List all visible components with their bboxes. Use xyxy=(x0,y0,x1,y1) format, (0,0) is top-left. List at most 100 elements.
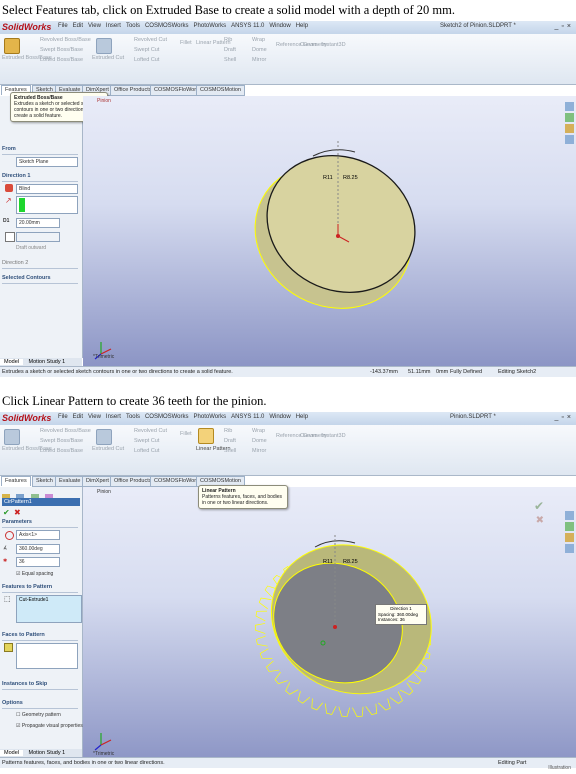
resources-icon[interactable] xyxy=(565,511,574,520)
equal-spacing-checkbox[interactable]: ☑ Equal spacing xyxy=(16,571,53,577)
draft-button[interactable]: Draft xyxy=(224,438,236,444)
swept-cut-button[interactable]: Swept Cut xyxy=(134,438,159,444)
end-condition-select[interactable]: Blind xyxy=(16,184,78,194)
instances-input[interactable]: 36 xyxy=(16,557,60,567)
parameters-header[interactable]: Parameters xyxy=(2,518,78,528)
menu-view[interactable]: View xyxy=(88,414,101,420)
view-palette-icon[interactable] xyxy=(565,135,574,144)
graphics-area[interactable]: Pinion Linear Pattern Patterns features,… xyxy=(83,485,576,762)
menu-cosmosworks[interactable]: COSMOSWorks xyxy=(145,23,189,29)
angle-input[interactable]: 360.00deg xyxy=(16,544,60,554)
extruded-cut-button[interactable]: Extruded Cut xyxy=(92,55,124,61)
confirm-cancel-icon[interactable]: ✖ xyxy=(536,515,544,526)
direction-selection-box[interactable] xyxy=(16,196,78,214)
axis-selection[interactable]: Axis<1> xyxy=(16,530,60,540)
direction2-header[interactable]: Direction 2 xyxy=(2,259,78,269)
fillet-button[interactable]: Fillet xyxy=(180,431,192,437)
features-list[interactable]: Cut-Extrude1 xyxy=(16,595,82,623)
faces-to-pattern-header[interactable]: Faces to Pattern xyxy=(2,631,78,641)
fillet-button[interactable]: Fillet xyxy=(180,40,192,46)
design-library-icon[interactable] xyxy=(565,113,574,122)
tab-office-products[interactable]: Office Products xyxy=(110,85,156,96)
tab-features[interactable]: Features xyxy=(1,476,31,486)
menu-tools[interactable]: Tools xyxy=(126,414,140,420)
file-explorer-icon[interactable] xyxy=(565,124,574,133)
tab-office-products[interactable]: Office Products xyxy=(110,476,156,487)
reverse-direction-icon[interactable] xyxy=(5,184,13,192)
tab-cosmosmotion[interactable]: COSMOSMotion xyxy=(196,85,245,96)
wrap-button[interactable]: Wrap xyxy=(252,428,265,434)
wrap-button[interactable]: Wrap xyxy=(252,37,265,43)
menu-tools[interactable]: Tools xyxy=(126,23,140,29)
design-library-icon[interactable] xyxy=(565,522,574,531)
menu-view[interactable]: View xyxy=(88,23,101,29)
shell-button[interactable]: Shell xyxy=(224,57,236,63)
rib-button[interactable]: Rib xyxy=(224,37,232,43)
direction1-header[interactable]: Direction 1 xyxy=(2,172,78,182)
reverse-direction-icon[interactable] xyxy=(5,531,14,540)
tab-dimxpert[interactable]: DimXpert xyxy=(82,476,113,487)
menu-ansys[interactable]: ANSYS 11.0 xyxy=(231,414,264,420)
resources-icon[interactable] xyxy=(565,102,574,111)
dome-button[interactable]: Dome xyxy=(252,438,267,444)
lofted-boss-button[interactable]: Lofted Boss/Base xyxy=(40,448,83,454)
instant3d-button[interactable]: Instant3D xyxy=(322,42,346,48)
draft-angle-input[interactable] xyxy=(16,232,60,242)
depth-input[interactable]: 20.00mm xyxy=(16,218,60,228)
menu-help[interactable]: Help xyxy=(296,23,308,29)
dimension-r825[interactable]: R8.25 xyxy=(343,559,358,565)
menu-insert[interactable]: Insert xyxy=(106,23,121,29)
menu-help[interactable]: Help xyxy=(296,414,308,420)
instances-to-skip-header[interactable]: Instances to Skip xyxy=(2,680,78,690)
from-section-header[interactable]: From xyxy=(2,145,78,155)
extruded-cut-icon[interactable] xyxy=(96,38,112,54)
extruded-boss-icon[interactable] xyxy=(4,38,20,54)
propagate-checkbox[interactable]: ☑ Propagate visual properties xyxy=(16,723,83,729)
options-header[interactable]: Options xyxy=(2,699,78,709)
lofted-cut-button[interactable]: Lofted Cut xyxy=(134,57,159,63)
curves-button[interactable]: Curves xyxy=(300,433,317,439)
graphics-area[interactable]: Pinion R11 R8.25 *Trimetric xyxy=(83,96,576,366)
swept-cut-button[interactable]: Swept Cut xyxy=(134,47,159,53)
swept-boss-button[interactable]: Swept Boss/Base xyxy=(40,438,83,444)
instant3d-button[interactable]: Instant3D xyxy=(322,433,346,439)
revolved-cut-button[interactable]: Revolved Cut xyxy=(134,428,167,434)
faces-list[interactable] xyxy=(16,643,78,669)
tab-motion-study[interactable]: Motion Study 1 xyxy=(25,359,70,365)
tab-model[interactable]: Model xyxy=(0,359,23,365)
features-to-pattern-header[interactable]: Features to Pattern xyxy=(2,583,78,593)
window-controls[interactable]: _▫× xyxy=(555,23,574,30)
menu-ansys[interactable]: ANSYS 11.0 xyxy=(231,23,264,29)
selected-contours-header[interactable]: Selected Contours xyxy=(2,274,78,284)
mirror-button[interactable]: Mirror xyxy=(252,57,266,63)
rib-button[interactable]: Rib xyxy=(224,428,232,434)
menu-cosmosworks[interactable]: COSMOSWorks xyxy=(145,414,189,420)
menu-photoworks[interactable]: PhotoWorks xyxy=(194,414,227,420)
draft-outward-checkbox[interactable]: Draft outward xyxy=(16,245,46,251)
dome-button[interactable]: Dome xyxy=(252,47,267,53)
view-palette-icon[interactable] xyxy=(565,544,574,553)
menu-window[interactable]: Window xyxy=(269,414,290,420)
revolved-boss-button[interactable]: Revolved Boss/Base xyxy=(40,428,91,434)
feature-item[interactable]: Cut-Extrude1 xyxy=(19,597,48,603)
shell-button[interactable]: Shell xyxy=(224,448,236,454)
file-explorer-icon[interactable] xyxy=(565,533,574,542)
revolved-cut-button[interactable]: Revolved Cut xyxy=(134,37,167,43)
revolved-boss-button[interactable]: Revolved Boss/Base xyxy=(40,37,91,43)
linear-pattern-icon[interactable] xyxy=(198,428,214,444)
task-pane-tabs[interactable] xyxy=(565,102,574,158)
menu-edit[interactable]: Edit xyxy=(73,23,83,29)
draft-button[interactable]: Draft xyxy=(224,47,236,53)
lofted-boss-button[interactable]: Lofted Boss/Base xyxy=(40,57,83,63)
tab-evaluate[interactable]: Evaluate xyxy=(55,476,85,487)
dimension-r825[interactable]: R8.25 xyxy=(343,175,358,181)
dimension-r11[interactable]: R11 xyxy=(323,559,333,565)
ok-icon[interactable]: ✔ xyxy=(3,508,10,517)
confirm-check-icon[interactable]: ✔ xyxy=(534,499,544,513)
geometry-pattern-checkbox[interactable]: ☐ Geometry pattern xyxy=(16,712,61,718)
extruded-cut-button[interactable]: Extruded Cut xyxy=(92,446,124,452)
menu-file[interactable]: File xyxy=(58,414,68,420)
mirror-button[interactable]: Mirror xyxy=(252,448,266,454)
tab-motion-study[interactable]: Motion Study 1 xyxy=(25,750,70,756)
tab-sketch[interactable]: Sketch xyxy=(32,476,57,487)
